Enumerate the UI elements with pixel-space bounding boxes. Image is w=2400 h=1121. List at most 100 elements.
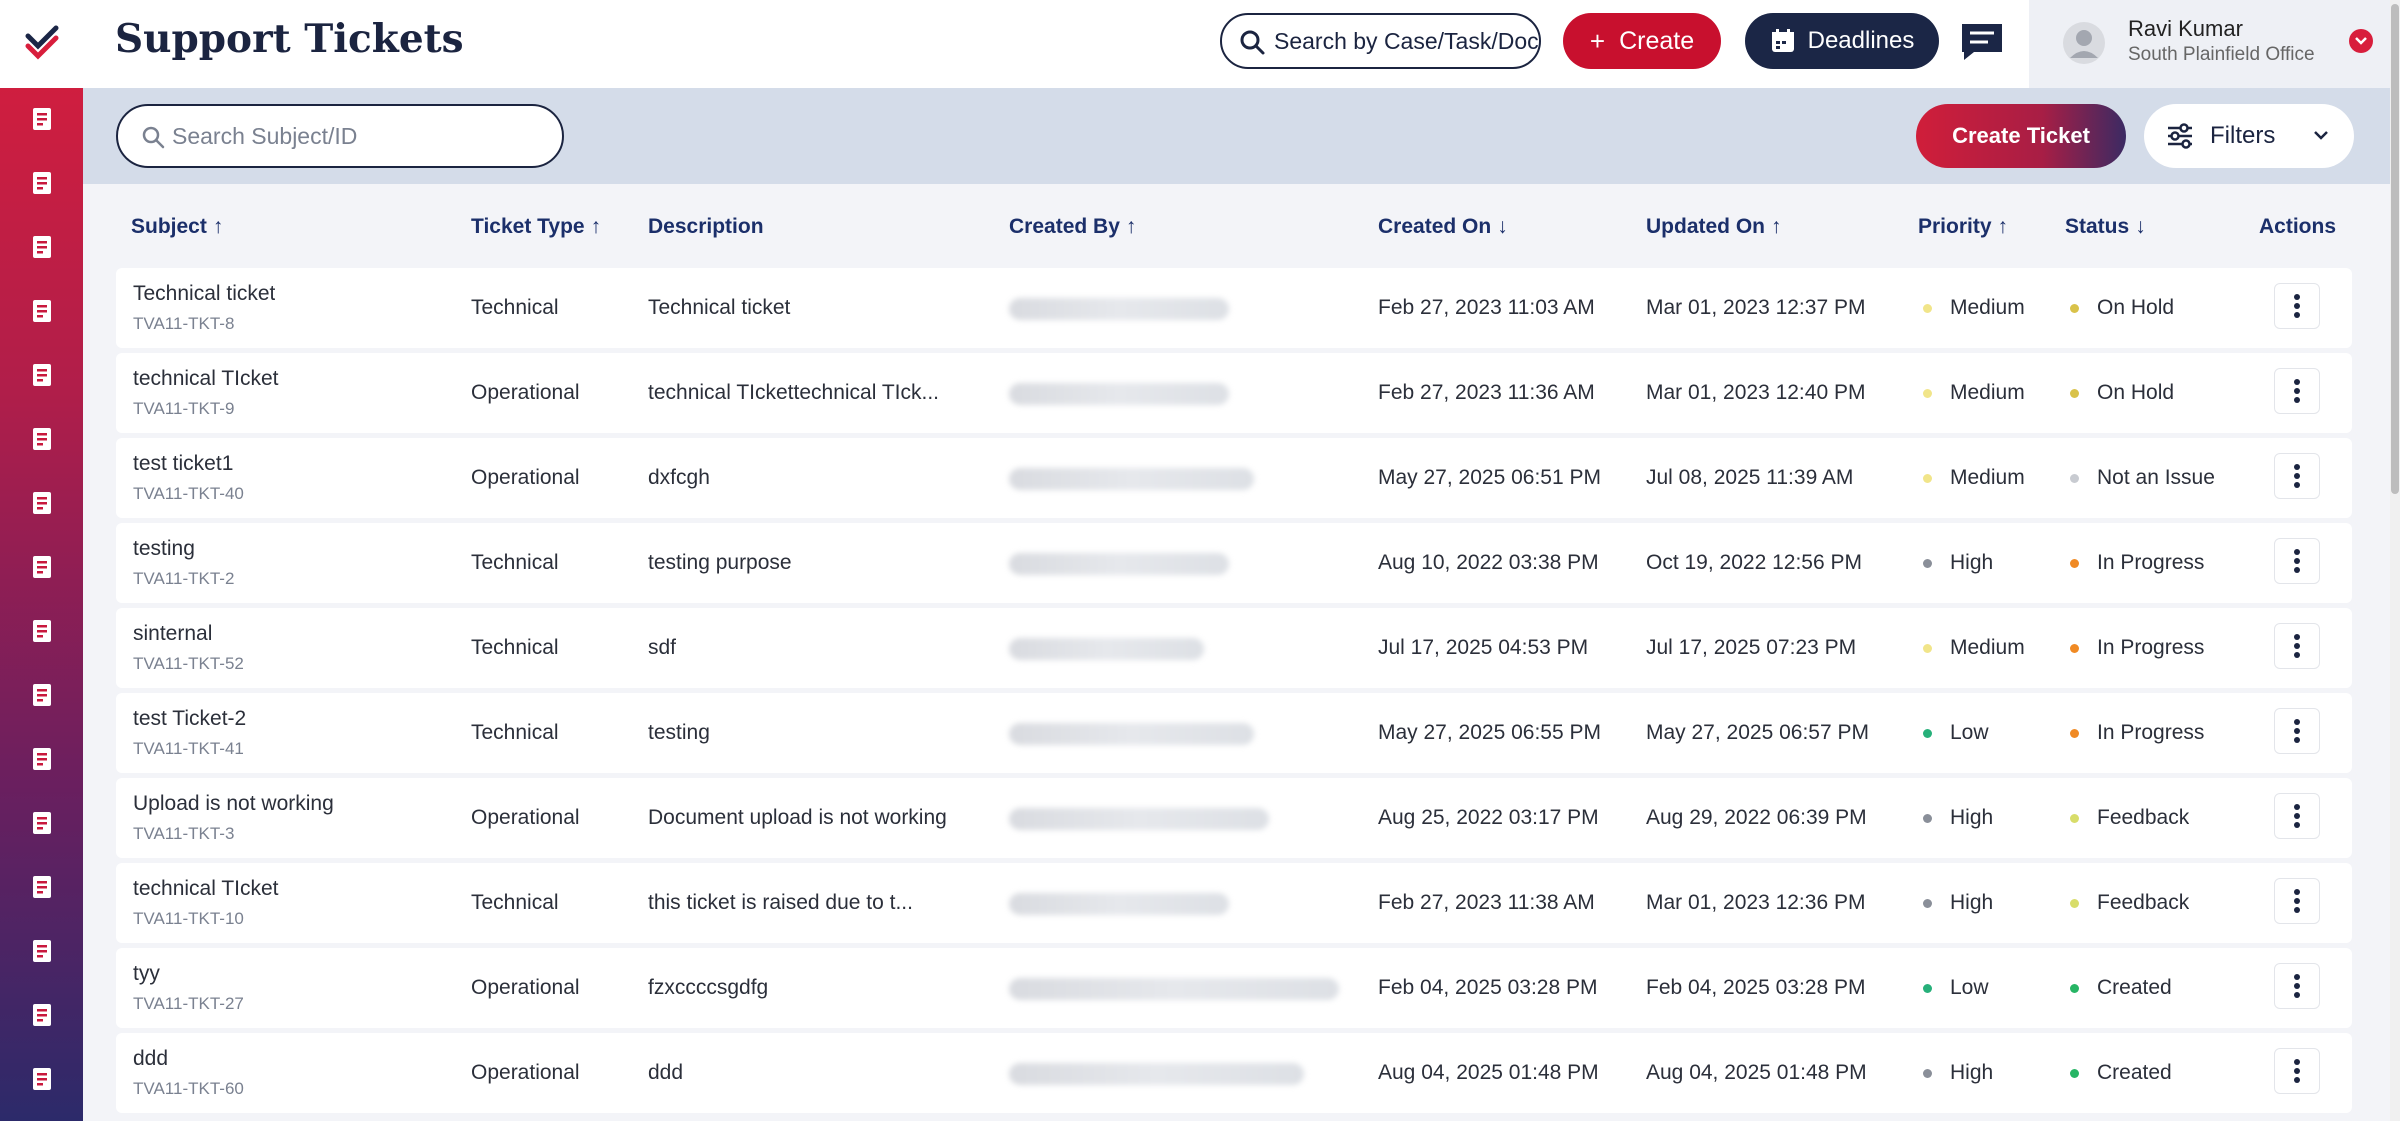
ticket-type: Technical xyxy=(471,891,559,914)
table-row[interactable]: technical TIcket TVA11-TKT-9 Operational te… xyxy=(116,353,2352,433)
status-dot xyxy=(2070,899,2079,908)
sidebar-item-clipboard[interactable] xyxy=(24,677,60,713)
row-actions-button[interactable] xyxy=(2274,283,2320,329)
sidebar-item-forms[interactable] xyxy=(24,933,60,969)
row-actions-button[interactable] xyxy=(2274,368,2320,414)
column-subject[interactable]: Subject ↑ xyxy=(131,215,223,239)
global-search-input[interactable]: Search by Case/Task/Docu xyxy=(1220,13,1541,69)
sidebar-item-contact[interactable] xyxy=(24,741,60,777)
avatar-icon xyxy=(2063,22,2105,64)
created-by-redacted xyxy=(1009,978,1339,1000)
kebab-menu-icon xyxy=(2294,1059,2300,1083)
sidebar-item-dashboard[interactable] xyxy=(24,101,60,137)
ticket-subject[interactable]: test ticket1 xyxy=(133,452,233,476)
table-row[interactable]: Upload is not working TVA11-TKT-3 Operatio… xyxy=(116,778,2352,858)
scrollbar-thumb[interactable] xyxy=(2391,4,2399,494)
sidebar-item-support[interactable] xyxy=(24,997,60,1033)
updated-on: Mar 01, 2023 12:36 PM xyxy=(1646,891,1866,914)
column-created-on[interactable]: Created On ↓ xyxy=(1378,215,1508,239)
table-row[interactable]: test Ticket-2 TVA11-TKT-41 Technical testin… xyxy=(116,693,2352,773)
table-header: Subject ↑ Ticket Type ↑ Description Create… xyxy=(83,215,2363,255)
column-created-by[interactable]: Created By ↑ xyxy=(1009,215,1136,239)
ticket-description: dxfcgh xyxy=(648,466,710,489)
column-ticket-type[interactable]: Ticket Type ↑ xyxy=(471,215,601,239)
sidebar-item-document[interactable] xyxy=(24,165,60,201)
column-updated-on[interactable]: Updated On ↑ xyxy=(1646,215,1782,239)
user-office: South Plainfield Office xyxy=(2128,44,2315,65)
created-on: Aug 04, 2025 01:48 PM xyxy=(1378,1061,1599,1084)
ticket-id: TVA11-TKT-3 xyxy=(133,824,235,843)
deadlines-button[interactable]: Deadlines xyxy=(1745,13,1939,69)
status-label: Feedback xyxy=(2097,806,2190,829)
row-actions-button[interactable] xyxy=(2274,1048,2320,1094)
ticket-description: Technical ticket xyxy=(648,296,791,319)
sidebar-item-folder[interactable] xyxy=(24,869,60,905)
row-actions-button[interactable] xyxy=(2274,453,2320,499)
status-label: On Hold xyxy=(2097,296,2175,319)
ticket-subject[interactable]: Technical ticket xyxy=(133,282,275,306)
priority-label: Low xyxy=(1950,721,1989,744)
sidebar-item-ledger[interactable] xyxy=(24,485,60,521)
ticket-subject[interactable]: Upload is not working xyxy=(133,792,334,816)
ticket-subject[interactable]: technical TIcket xyxy=(133,877,279,901)
row-actions-button[interactable] xyxy=(2274,538,2320,584)
priority-dot xyxy=(1923,304,1932,313)
row-actions-button[interactable] xyxy=(2274,623,2320,669)
status-label: Created xyxy=(2097,976,2172,999)
row-actions-button[interactable] xyxy=(2274,793,2320,839)
created-by-redacted xyxy=(1009,893,1229,915)
ticket-subject[interactable]: sinternal xyxy=(133,622,212,646)
ticket-id: TVA11-TKT-41 xyxy=(133,739,244,758)
create-button[interactable]: + Create xyxy=(1563,13,1721,69)
column-description: Description xyxy=(648,215,764,238)
table-row[interactable]: tyy TVA11-TKT-27 Operational fzxccccsgdfg Fe… xyxy=(116,948,2352,1028)
global-search-placeholder: Search by Case/Task/Docu xyxy=(1274,27,1541,54)
table-row[interactable]: testing TVA11-TKT-2 Technical testing purpo… xyxy=(116,523,2352,603)
table-row[interactable]: technical TIcket TVA11-TKT-10 Technical thi… xyxy=(116,863,2352,943)
sidebar-item-tasks[interactable] xyxy=(24,357,60,393)
filters-button[interactable]: Filters xyxy=(2144,104,2354,168)
table-row[interactable]: Technical ticket TVA11-TKT-8 Technical Tech… xyxy=(116,268,2352,348)
table-row[interactable]: sinternal TVA11-TKT-52 Technical sdf Jul 17,… xyxy=(116,608,2352,688)
status-label: Not an Issue xyxy=(2097,466,2215,489)
subject-search-input[interactable]: Search Subject/ID xyxy=(116,104,564,168)
status-dot xyxy=(2070,644,2079,653)
ticket-subject[interactable]: tyy xyxy=(133,962,160,986)
page-title: Support Tickets xyxy=(115,16,464,62)
ticket-type: Technical xyxy=(471,296,559,319)
table-row[interactable]: test ticket1 TVA11-TKT-40 Operational dxfcg… xyxy=(116,438,2352,518)
support-icon xyxy=(33,1004,51,1026)
sidebar-item-team[interactable] xyxy=(24,805,60,841)
sidebar-item-notes[interactable] xyxy=(24,549,60,585)
sidebar-item-billing[interactable] xyxy=(24,613,60,649)
created-on: May 27, 2025 06:51 PM xyxy=(1378,466,1601,489)
sidebar-item-messages[interactable] xyxy=(24,421,60,457)
chevron-down-icon[interactable] xyxy=(2349,29,2373,53)
column-priority[interactable]: Priority ↑ xyxy=(1918,215,2008,239)
created-on: Aug 10, 2022 03:38 PM xyxy=(1378,551,1599,574)
user-menu[interactable]: Ravi Kumar South Plainfield Office xyxy=(2029,0,2400,88)
ticket-subject[interactable]: ddd xyxy=(133,1047,168,1071)
priority-dot xyxy=(1923,644,1932,653)
messages-icon xyxy=(33,428,51,450)
row-actions-button[interactable] xyxy=(2274,708,2320,754)
column-status[interactable]: Status ↓ xyxy=(2065,215,2146,239)
table-row[interactable]: ddd TVA11-TKT-60 Operational ddd Aug 04, 202… xyxy=(116,1033,2352,1113)
app-logo[interactable] xyxy=(0,0,83,88)
ticket-subject[interactable]: technical TIcket xyxy=(133,367,279,391)
ticket-subject[interactable]: test Ticket-2 xyxy=(133,707,246,731)
sidebar-item-reports[interactable] xyxy=(24,1061,60,1097)
ticket-subject[interactable]: testing xyxy=(133,537,195,561)
ticket-type: Operational xyxy=(471,381,580,404)
create-ticket-button[interactable]: Create Ticket xyxy=(1916,104,2126,168)
created-by-redacted xyxy=(1009,808,1269,830)
row-actions-button[interactable] xyxy=(2274,878,2320,924)
row-actions-button[interactable] xyxy=(2274,963,2320,1009)
filters-label: Filters xyxy=(2210,122,2276,149)
ticket-type: Operational xyxy=(471,806,580,829)
sidebar-item-document-check[interactable] xyxy=(24,229,60,265)
chat-button[interactable] xyxy=(1958,22,2006,62)
created-on: May 27, 2025 06:55 PM xyxy=(1378,721,1601,744)
sidebar-item-cases[interactable] xyxy=(24,293,60,329)
status-label: On Hold xyxy=(2097,381,2175,404)
